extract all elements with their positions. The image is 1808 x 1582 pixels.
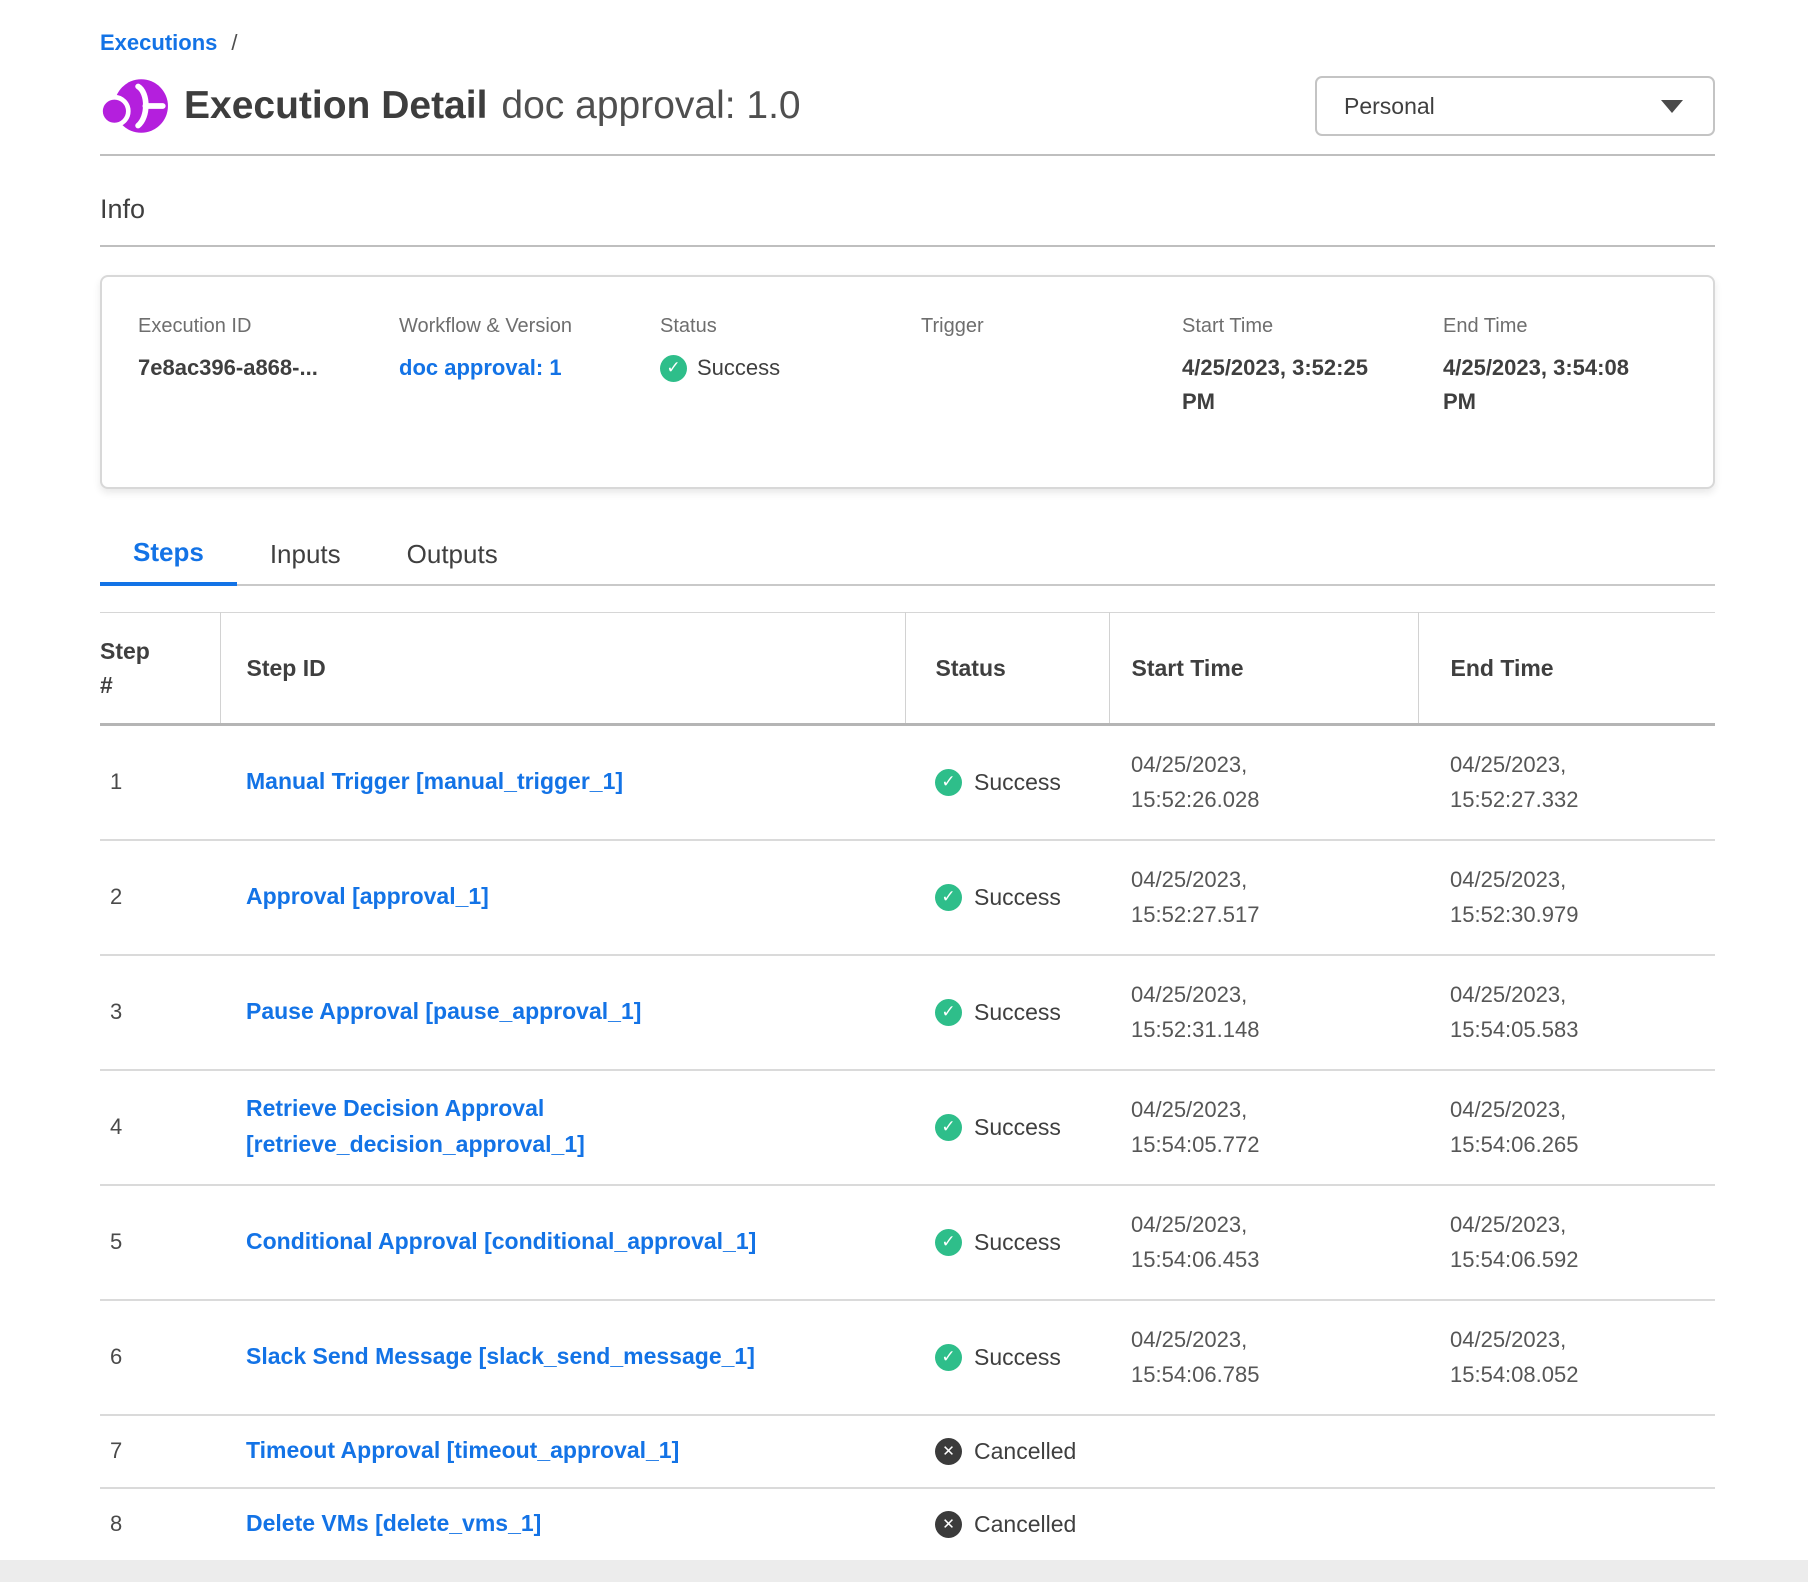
- step-status: Success: [974, 1344, 1061, 1371]
- step-status: Success: [974, 1229, 1061, 1256]
- success-check-icon: [935, 1344, 962, 1371]
- breadcrumb: Executions /: [100, 30, 1715, 56]
- end-time-value: 4/25/2023, 3:54:08 PM: [1443, 351, 1648, 419]
- step-start-time: 04/25/2023, 15:52:27.517: [1131, 862, 1296, 932]
- execution-status-value: Success: [697, 351, 780, 385]
- col-header-status: Status: [905, 613, 1109, 725]
- info-divider: [100, 245, 1715, 247]
- info-label: Execution ID: [138, 315, 399, 338]
- step-end-time: 04/25/2023, 15:52:27.332: [1450, 747, 1615, 817]
- step-link[interactable]: Pause Approval [pause_approval_1]: [246, 994, 641, 1030]
- step-number: 2: [100, 840, 220, 955]
- step-link[interactable]: Approval [approval_1]: [246, 879, 489, 915]
- step-row-4: 4 Retrieve Decision Approval [retrieve_d…: [100, 1070, 1715, 1185]
- info-section-heading: Info: [100, 194, 1715, 225]
- detail-tabs: Steps Inputs Outputs: [100, 529, 1715, 586]
- step-row-3: 3 Pause Approval [pause_approval_1] Succ…: [100, 955, 1715, 1070]
- tab-inputs[interactable]: Inputs: [237, 529, 374, 586]
- info-label: Start Time: [1182, 315, 1443, 338]
- step-number: 1: [100, 725, 220, 840]
- info-field-execution-id: Execution ID 7e8ac396-a868-...: [138, 315, 399, 487]
- step-row-8: 8 Delete VMs [delete_vms_1] Cancelled: [100, 1488, 1715, 1561]
- step-link[interactable]: Manual Trigger [manual_trigger_1]: [246, 764, 623, 800]
- step-row-5: 5 Conditional Approval [conditional_appr…: [100, 1185, 1715, 1300]
- start-time-value: 4/25/2023, 3:52:25 PM: [1182, 351, 1387, 419]
- breadcrumb-separator: /: [231, 30, 237, 56]
- step-start-time: 04/25/2023, 15:54:05.772: [1131, 1092, 1296, 1162]
- step-link[interactable]: Slack Send Message [slack_send_message_1…: [246, 1339, 755, 1375]
- success-check-icon: [935, 1114, 962, 1141]
- success-check-icon: [935, 1229, 962, 1256]
- info-field-end-time: End Time 4/25/2023, 3:54:08 PM: [1443, 315, 1648, 487]
- steps-table-header-row: Step # Step ID Status Start Time End Tim…: [100, 613, 1715, 725]
- col-header-end-time: End Time: [1418, 613, 1715, 725]
- info-field-status: Status Success: [660, 315, 921, 487]
- header-divider: [100, 154, 1715, 156]
- execution-id-value: 7e8ac396-a868-...: [138, 351, 343, 385]
- info-field-workflow-version: Workflow & Version doc approval: 1: [399, 315, 660, 487]
- info-label: Trigger: [921, 315, 1182, 338]
- step-link[interactable]: Timeout Approval [timeout_approval_1]: [246, 1433, 679, 1469]
- step-number: 7: [100, 1415, 220, 1488]
- step-end-time: 04/25/2023, 15:52:30.979: [1450, 862, 1615, 932]
- workflow-version-link[interactable]: doc approval: 1: [399, 355, 562, 380]
- info-field-start-time: Start Time 4/25/2023, 3:52:25 PM: [1182, 315, 1443, 487]
- step-status: Success: [974, 769, 1061, 796]
- step-end-time: 04/25/2023, 15:54:06.592: [1450, 1207, 1615, 1277]
- steps-table: Step # Step ID Status Start Time End Tim…: [100, 612, 1715, 1560]
- step-status: Cancelled: [974, 1511, 1076, 1538]
- page-header-left: Execution Detail doc approval: 1.0: [100, 74, 801, 138]
- cancelled-x-icon: [935, 1438, 962, 1465]
- step-link[interactable]: Retrieve Decision Approval [retrieve_dec…: [246, 1091, 816, 1162]
- step-number: 3: [100, 955, 220, 1070]
- step-number: 4: [100, 1070, 220, 1185]
- success-check-icon: [935, 769, 962, 796]
- tab-outputs[interactable]: Outputs: [374, 529, 531, 586]
- step-status: Success: [974, 999, 1061, 1026]
- step-row-1: 1 Manual Trigger [manual_trigger_1] Succ…: [100, 725, 1715, 840]
- info-field-trigger: Trigger: [921, 315, 1182, 487]
- workspace-select[interactable]: Personal: [1315, 76, 1715, 136]
- success-check-icon: [935, 884, 962, 911]
- step-start-time: 04/25/2023, 15:52:31.148: [1131, 977, 1296, 1047]
- step-number: 8: [100, 1488, 220, 1561]
- step-row-7: 7 Timeout Approval [timeout_approval_1] …: [100, 1415, 1715, 1488]
- step-end-time: 04/25/2023, 15:54:06.265: [1450, 1092, 1615, 1162]
- step-link[interactable]: Conditional Approval [conditional_approv…: [246, 1224, 756, 1260]
- step-row-6: 6 Slack Send Message [slack_send_message…: [100, 1300, 1715, 1415]
- step-end-time: 04/25/2023, 15:54:08.052: [1450, 1322, 1615, 1392]
- step-number: 6: [100, 1300, 220, 1415]
- execution-detail-page: Executions / Execution Detail doc approv…: [0, 0, 1808, 1560]
- step-end-time: 04/25/2023, 15:54:05.583: [1450, 977, 1615, 1047]
- info-label: End Time: [1443, 315, 1648, 338]
- success-check-icon: [935, 999, 962, 1026]
- col-header-step-num: Step #: [100, 613, 220, 725]
- step-start-time: 04/25/2023, 15:54:06.453: [1131, 1207, 1296, 1277]
- page-subtitle: doc approval: 1.0: [501, 84, 800, 128]
- chevron-down-icon: [1661, 100, 1683, 113]
- info-label: Status: [660, 315, 921, 338]
- cancelled-x-icon: [935, 1511, 962, 1538]
- info-label: Workflow & Version: [399, 315, 660, 338]
- workspace-select-value: Personal: [1344, 93, 1435, 120]
- step-link[interactable]: Delete VMs [delete_vms_1]: [246, 1506, 541, 1542]
- page-header: Execution Detail doc approval: 1.0 Perso…: [100, 74, 1715, 138]
- breadcrumb-executions-link[interactable]: Executions: [100, 30, 217, 56]
- step-number: 5: [100, 1185, 220, 1300]
- step-status: Cancelled: [974, 1438, 1076, 1465]
- tab-steps[interactable]: Steps: [100, 529, 237, 586]
- step-status: Success: [974, 1114, 1061, 1141]
- step-start-time: 04/25/2023, 15:54:06.785: [1131, 1322, 1296, 1392]
- execution-info-card: Execution ID 7e8ac396-a868-... Workflow …: [100, 275, 1715, 489]
- col-header-step-id: Step ID: [220, 613, 905, 725]
- workflow-logo-icon: [100, 74, 170, 138]
- step-row-2: 2 Approval [approval_1] Success 04/25/20…: [100, 840, 1715, 955]
- page-title: Execution Detail: [184, 84, 487, 128]
- col-header-start-time: Start Time: [1109, 613, 1418, 725]
- success-check-icon: [660, 355, 687, 382]
- step-start-time: 04/25/2023, 15:52:26.028: [1131, 747, 1296, 817]
- step-status: Success: [974, 884, 1061, 911]
